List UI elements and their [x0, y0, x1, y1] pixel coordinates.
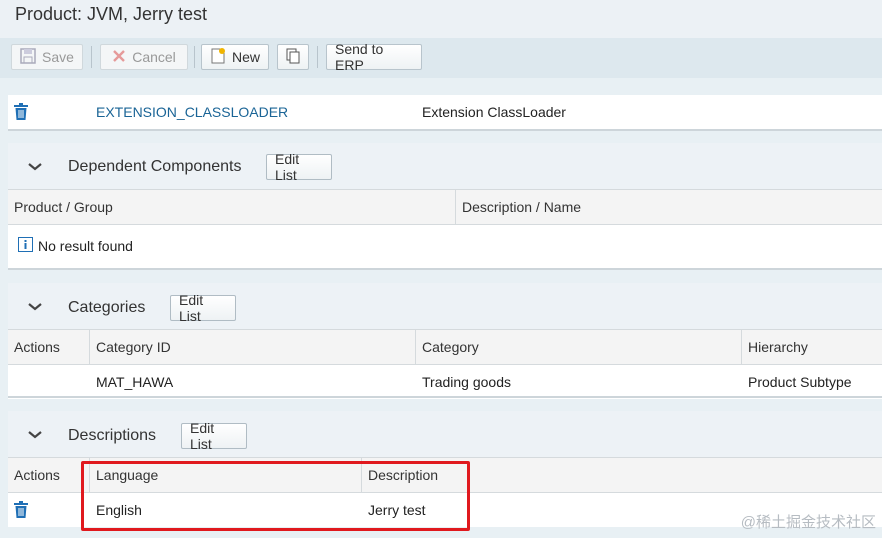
extension-id-link[interactable]: EXTENSION_CLASSLOADER: [90, 95, 288, 129]
new-document-icon: [210, 47, 226, 67]
dependent-components-panel: Dependent Components Edit List Product /…: [8, 143, 882, 269]
highlight-box: [81, 461, 470, 531]
empty-row: No result found: [8, 227, 882, 265]
cancel-button[interactable]: Cancel: [100, 44, 188, 70]
save-icon: [20, 47, 36, 67]
column-header[interactable]: Category ID: [90, 330, 171, 364]
trash-icon[interactable]: [14, 501, 28, 522]
table-header: Product / Group Description / Name: [8, 189, 882, 225]
toolbar: Save Cancel New Send to ERP: [0, 38, 882, 78]
empty-message: No result found: [12, 227, 133, 265]
category-cell: Trading goods: [422, 374, 511, 390]
save-button[interactable]: Save: [11, 44, 83, 70]
page-title: Product: JVM, Jerry test: [15, 4, 208, 24]
dependent-components-header: Dependent Components Edit List: [8, 143, 882, 191]
info-icon: [18, 237, 33, 255]
column-header[interactable]: Product / Group: [8, 190, 113, 224]
new-label: New: [232, 49, 261, 65]
column-header[interactable]: Actions: [8, 458, 60, 492]
toolbar-separator: [194, 46, 195, 68]
new-button[interactable]: New: [201, 44, 269, 70]
table-header: Actions Category ID Category Hierarchy: [8, 329, 882, 365]
send-to-erp-button[interactable]: Send to ERP: [326, 41, 422, 73]
edit-list-button[interactable]: Edit List: [181, 420, 247, 452]
trash-icon[interactable]: [14, 103, 28, 124]
extension-row: EXTENSION_CLASSLOADER Extension ClassLoa…: [8, 95, 882, 129]
save-label: Save: [42, 49, 74, 65]
section-title: Categories: [68, 299, 146, 316]
category-id-cell: MAT_HAWA: [96, 374, 174, 390]
copy-button[interactable]: [277, 44, 309, 70]
divider: [8, 129, 882, 131]
cancel-icon: [112, 49, 126, 66]
section-title: Descriptions: [68, 427, 157, 444]
divider: [8, 268, 882, 270]
column-header[interactable]: Category: [416, 330, 479, 364]
collapse-chevron-icon[interactable]: [28, 159, 42, 175]
toolbar-separator: [91, 46, 92, 68]
edit-list-button[interactable]: Edit List: [170, 292, 236, 324]
divider: [8, 396, 882, 398]
collapse-chevron-icon[interactable]: [28, 299, 42, 315]
table-row[interactable]: MAT_HAWA Trading goods Product Subtype: [8, 365, 882, 399]
column-header[interactable]: Hierarchy: [742, 330, 808, 364]
toolbar-separator: [317, 46, 318, 68]
watermark: @稀土掘金技术社区: [740, 514, 876, 531]
categories-header: Categories Edit List: [8, 283, 882, 331]
extension-name: Extension ClassLoader: [422, 104, 566, 120]
section-title: Dependent Components: [68, 158, 242, 175]
edit-list-button[interactable]: Edit List: [266, 151, 332, 183]
title-bar: Product: JVM, Jerry test: [0, 0, 882, 38]
collapse-chevron-icon[interactable]: [28, 427, 42, 443]
cancel-label: Cancel: [132, 49, 176, 65]
categories-panel: Categories Edit List Actions Category ID…: [8, 283, 882, 399]
column-header[interactable]: Description / Name: [456, 190, 581, 224]
descriptions-header: Descriptions Edit List: [8, 411, 882, 459]
column-header[interactable]: Actions: [8, 330, 60, 364]
hierarchy-cell: Product Subtype: [748, 374, 852, 390]
copy-icon: [285, 48, 301, 67]
